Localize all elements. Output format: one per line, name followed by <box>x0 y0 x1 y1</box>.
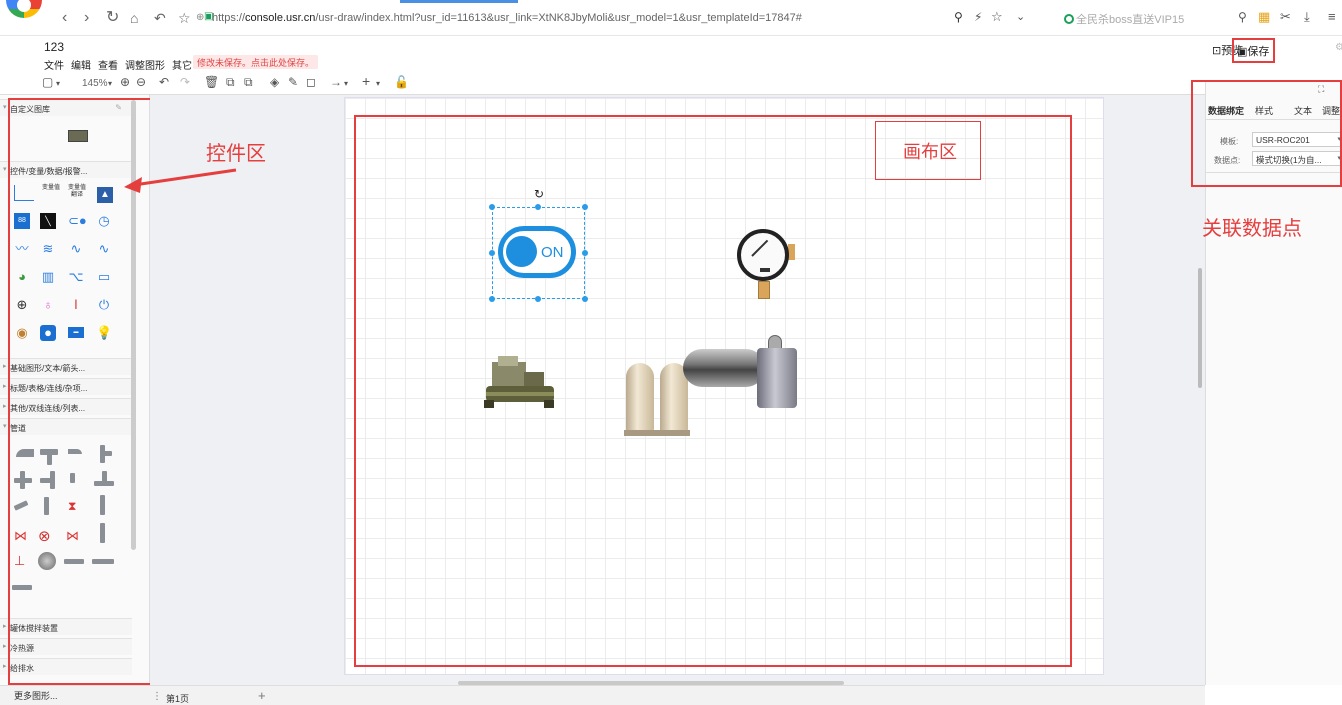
home-icon[interactable]: ⌂ <box>130 10 138 26</box>
control-area-label: 控件区 <box>206 141 266 165</box>
page-view-dropdown-icon[interactable]: ▾ <box>56 79 60 88</box>
undo-icon[interactable]: ↶ <box>159 75 169 89</box>
insert-dropdown-icon[interactable]: ▾ <box>376 79 380 88</box>
page-view-icon[interactable]: ▢ <box>42 75 53 89</box>
download-icon[interactable]: ⤓ <box>1304 9 1310 25</box>
favorite-icon[interactable]: ☆ <box>991 9 1003 25</box>
toggle-switch-state: ON <box>541 244 564 261</box>
browser-toolbar: ‹ › ↻ ⌂ ↶ ☆ ⊕ ▣ https://console.usr.cn/u… <box>0 0 1342 36</box>
lock-toggle-icon[interactable]: 🔓 <box>394 75 409 89</box>
add-page-icon[interactable]: + <box>258 688 266 703</box>
url-host: console.usr.cn <box>245 12 316 24</box>
settings-icon[interactable]: ⚙ <box>1335 42 1342 53</box>
expand-arrow-icon: ▸ <box>3 363 7 370</box>
search-suggestion-text: 全民杀boss直送VIP15 <box>1076 14 1185 26</box>
gauge-stem <box>758 281 770 299</box>
data-binding-highlight <box>1191 80 1342 187</box>
zoom-level[interactable]: 145% <box>82 78 108 89</box>
address-bar[interactable]: https://console.usr.cn/usr-draw/index.ht… <box>212 12 802 24</box>
bookmark-star-icon[interactable]: ☆ <box>178 10 191 26</box>
undo-close-tab-icon[interactable]: ↶ <box>154 10 166 26</box>
save-label: 保存 <box>1247 46 1270 58</box>
gauge-side-fitting <box>788 244 795 260</box>
more-shapes-button[interactable]: 更多图形... <box>14 689 58 702</box>
gauge-label-plate <box>760 268 770 272</box>
toggle-switch-knob <box>506 236 537 267</box>
expand-arrow-icon: ▸ <box>3 643 7 650</box>
preview-icon: ⊡ <box>1212 45 1222 57</box>
zoom-dropdown-icon[interactable]: ▾ <box>108 79 112 88</box>
magnifier-icon[interactable]: ⚲ <box>1238 10 1247 24</box>
resize-handle[interactable] <box>489 250 495 256</box>
pressure-gauge-widget[interactable] <box>737 229 789 281</box>
floppy-icon: ▣ <box>1237 46 1248 58</box>
forward-icon[interactable]: › <box>84 10 89 26</box>
collapse-arrow-icon: ▾ <box>3 166 7 173</box>
menu-bar: 文件 编辑 查看 调整图形 其它 <box>44 57 199 72</box>
menu-adjust-shape[interactable]: 调整图形 <box>125 61 165 72</box>
menu-file[interactable]: 文件 <box>44 61 64 72</box>
collapse-arrow-icon: ▾ <box>3 104 7 111</box>
delete-icon[interactable]: 🗑 <box>204 75 219 89</box>
expand-arrow-icon: ▸ <box>3 383 7 390</box>
reload-icon[interactable]: ↻ <box>106 10 119 26</box>
menu-view[interactable]: 查看 <box>98 61 118 72</box>
insert-icon[interactable]: + <box>362 73 370 89</box>
resize-handle[interactable] <box>582 204 588 210</box>
resize-handle[interactable] <box>535 204 541 210</box>
active-tab-indicator <box>400 0 518 3</box>
canvas-area-label: 画布区 <box>903 142 957 163</box>
scissors-icon[interactable]: ✂ <box>1280 9 1291 25</box>
pressure-vessel[interactable] <box>757 348 797 408</box>
expand-arrow-icon: ▸ <box>3 623 7 630</box>
panel-scrollbar[interactable] <box>1198 268 1202 388</box>
expand-arrow-icon: ▸ <box>3 403 7 410</box>
resize-handle[interactable] <box>489 296 495 302</box>
rotate-handle-icon[interactable]: ↻ <box>534 187 544 201</box>
connection-dropdown-icon[interactable]: ▾ <box>344 79 348 88</box>
editor-toolbar: ▢ ▾ 145% ▾ ⊕ ⊖ ↶ ↷ 🗑 ⧉ ⧉ ◈ ✎ ◻ → ▾ + ▾ 🔓 <box>0 73 1342 95</box>
lightning-icon[interactable]: ⚡ <box>974 10 982 24</box>
to-back-icon[interactable]: ⧉ <box>244 75 253 90</box>
page-tab-1[interactable]: 第1页 <box>166 692 189 705</box>
menu-other[interactable]: 其它 <box>172 61 192 72</box>
zoom-out-icon[interactable]: ⊖ <box>136 75 146 89</box>
zoom-in-icon[interactable]: ⊕ <box>120 75 130 89</box>
resize-handle[interactable] <box>489 204 495 210</box>
save-button[interactable]: ▣保存 <box>1237 43 1269 59</box>
horizontal-heat-exchanger[interactable] <box>683 349 765 387</box>
connection-icon[interactable]: → <box>330 75 342 89</box>
to-front-icon[interactable]: ⧉ <box>226 75 235 90</box>
back-icon[interactable]: ‹ <box>62 10 67 26</box>
fill-color-icon[interactable]: ◈ <box>270 75 279 89</box>
diagram-title: 123 <box>44 40 65 54</box>
gas-tank-left[interactable] <box>626 363 654 431</box>
resize-handle[interactable] <box>582 296 588 302</box>
menu-edit[interactable]: 编辑 <box>71 61 91 72</box>
unsaved-notice[interactable]: 修改未保存。点击此处保存。 <box>193 55 319 69</box>
search-ring-icon <box>1064 14 1074 24</box>
pages-menu-icon[interactable]: ⋮ <box>152 691 162 702</box>
chiller-unit-widget[interactable] <box>484 356 556 408</box>
apps-grid-icon[interactable]: ▦ <box>1258 9 1270 25</box>
canvas-horizontal-scrollbar[interactable] <box>458 681 844 685</box>
chevron-down-icon[interactable]: ⌄ <box>1016 10 1025 23</box>
control-area-highlight <box>8 98 154 685</box>
line-color-icon[interactable]: ✎ <box>288 75 298 89</box>
url-path: /usr-draw/index.html?usr_id=11613&usr_li… <box>315 12 802 24</box>
collapse-arrow-icon: ▾ <box>3 423 7 430</box>
resize-handle[interactable] <box>535 296 541 302</box>
canvas-area-highlight <box>354 115 1072 667</box>
url-prefix: https:// <box>212 12 246 24</box>
tank-base <box>624 430 690 436</box>
resize-handle[interactable] <box>582 250 588 256</box>
menu-icon[interactable]: ≡ <box>1328 9 1336 24</box>
browser-logo-icon[interactable] <box>6 0 42 18</box>
expand-arrow-icon: ▸ <box>3 663 7 670</box>
data-binding-label: 关联数据点 <box>1202 216 1302 240</box>
search-icon[interactable]: ⚲ <box>954 10 963 24</box>
browser-search-suggestion[interactable]: 全民杀boss直送VIP15 <box>1064 11 1184 27</box>
redo-icon[interactable]: ↷ <box>180 75 190 89</box>
shadow-icon[interactable]: ◻ <box>306 75 316 89</box>
